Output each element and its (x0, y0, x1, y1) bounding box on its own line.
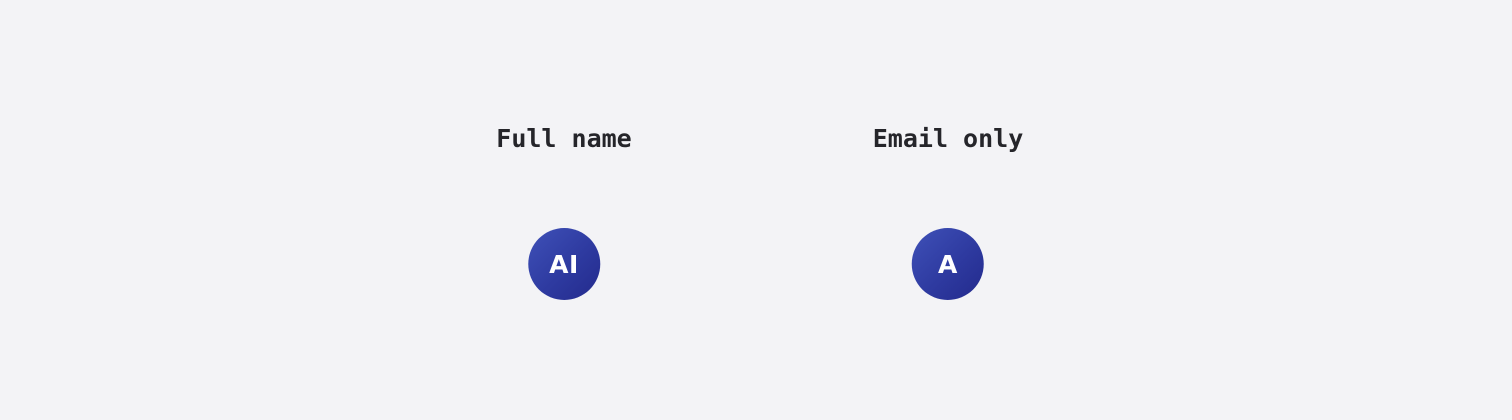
caption-email-only: Email only (872, 124, 1024, 153)
example-full-name: Full name AI (496, 0, 632, 420)
avatar-initials: AI (549, 249, 579, 279)
avatar: A (911, 228, 984, 300)
example-email-only: Email only A (872, 0, 1024, 420)
avatar-initials: A (938, 249, 958, 279)
avatar: AI (528, 228, 600, 300)
caption-full-name: Full name (496, 124, 632, 153)
